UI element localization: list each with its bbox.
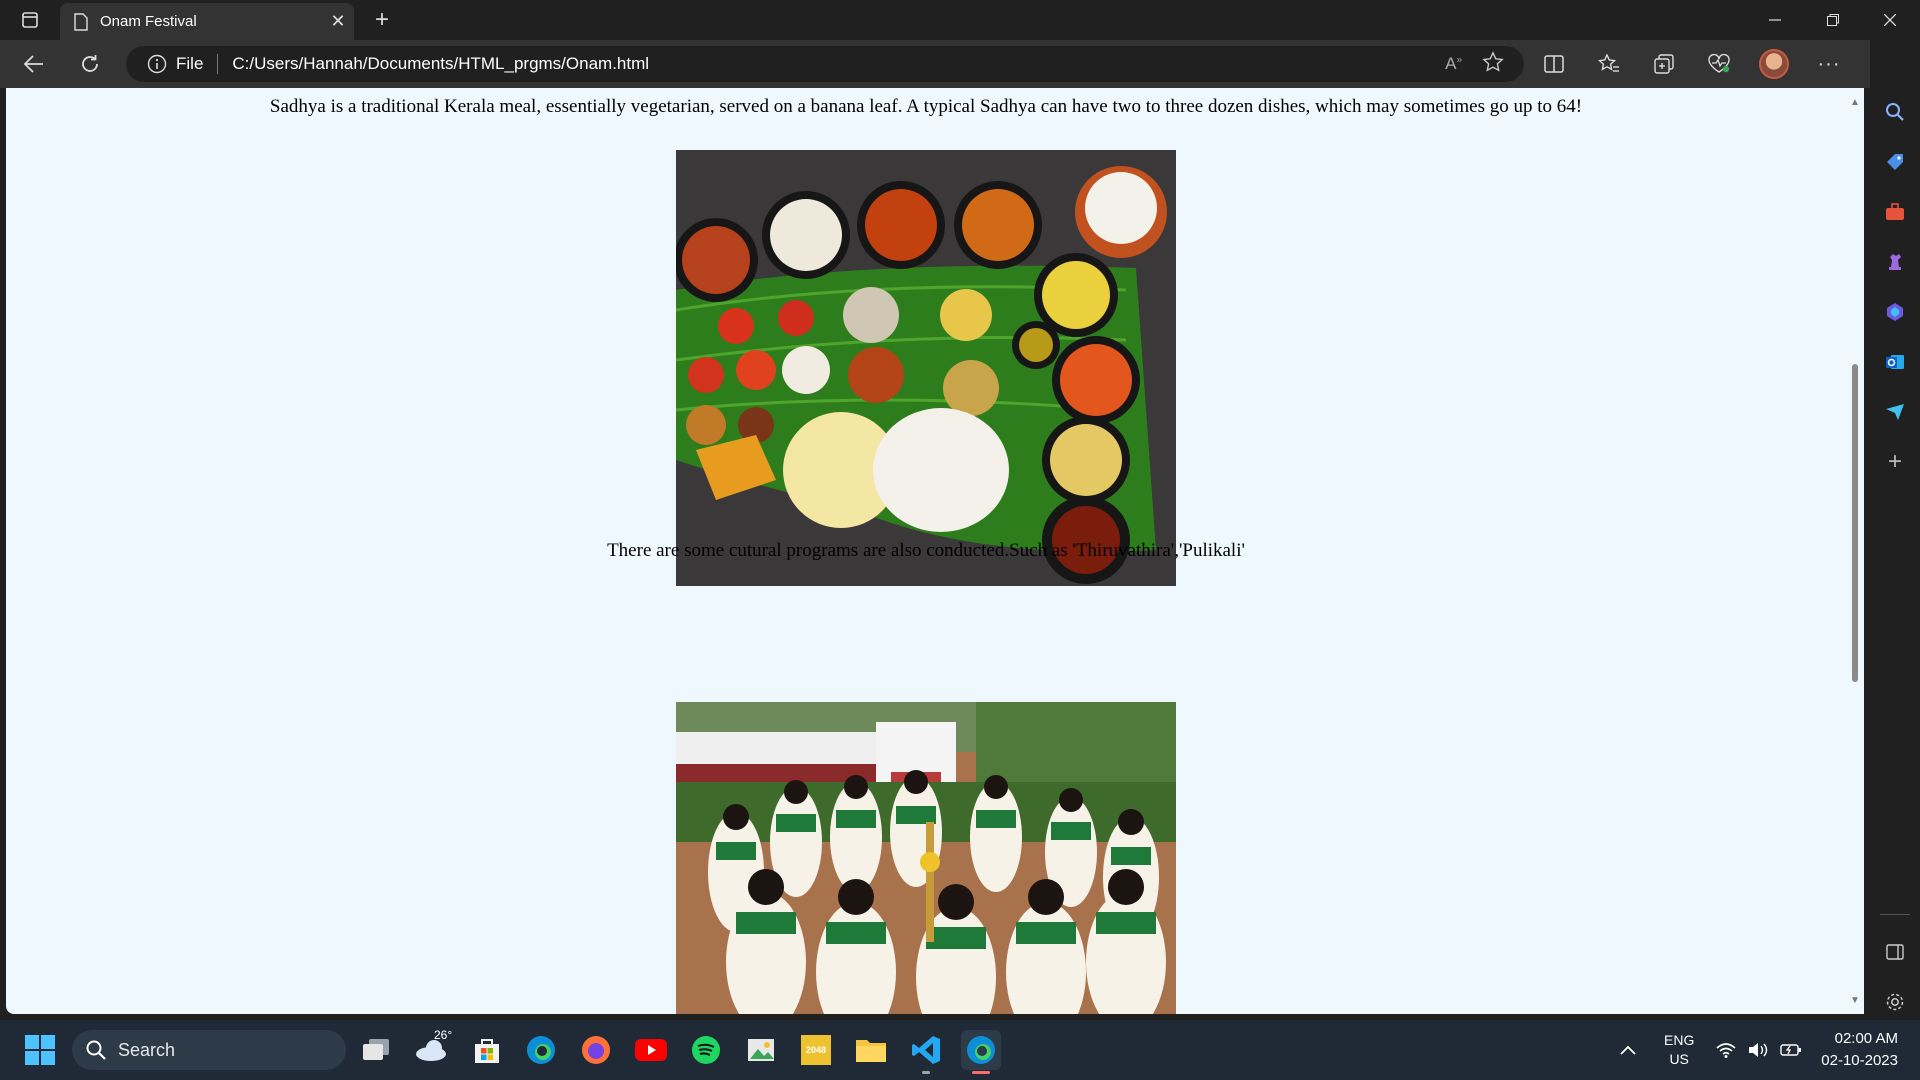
clock-date: 02-10-2023 (1821, 1052, 1898, 1069)
vscode-button[interactable] (906, 1030, 946, 1074)
clock-time: 02:00 AM (1834, 1030, 1898, 1047)
spotify-button[interactable] (686, 1030, 726, 1070)
sidebar-divider (1880, 914, 1910, 915)
browser-toolbar: File C:/Users/Hannah/Documents/HTML_prgm… (0, 40, 1870, 88)
search-icon (86, 1040, 106, 1060)
restore-button[interactable] (1805, 0, 1861, 40)
firefox-button[interactable] (576, 1030, 616, 1070)
page-icon (74, 12, 88, 31)
tab-onam-festival[interactable]: Onam Festival ✕ (60, 3, 354, 40)
spotify-icon (692, 1036, 720, 1064)
youtube-button[interactable] (631, 1030, 671, 1070)
tab-actions-button[interactable] (12, 6, 48, 34)
scheme-label: File (176, 54, 204, 73)
close-icon (1884, 14, 1896, 26)
sidebar-games-icon[interactable] (1879, 246, 1911, 278)
language-code: ENG (1664, 1032, 1695, 1048)
read-aloud-icon[interactable]: A» (1445, 54, 1462, 74)
more-options-icon[interactable]: ··· (1811, 48, 1847, 80)
sadhya-photo (676, 150, 1176, 586)
cloud-icon (416, 1040, 446, 1061)
microsoft-store-button[interactable] (467, 1030, 507, 1070)
url-text[interactable]: C:/Users/Hannah/Documents/HTML_prgms/Ona… (232, 54, 649, 74)
profile-avatar[interactable] (1756, 48, 1792, 80)
windows-taskbar: Search 26° 2048 ENG US 02:00 AM 02-10-20… (0, 1020, 1920, 1080)
battery-icon (1780, 1044, 1801, 1056)
folder-icon (856, 1040, 886, 1062)
chevron-up-icon (1620, 1045, 1636, 1055)
active-indicator (972, 1071, 990, 1074)
volume-icon (1749, 1043, 1768, 1057)
minimize-icon (1769, 19, 1781, 21)
sidebar-drop-icon[interactable] (1879, 396, 1911, 428)
restore-icon (1827, 14, 1839, 26)
language-indicator[interactable]: ENG US (1664, 1020, 1694, 1080)
sidebar-add-icon[interactable]: + (1879, 446, 1911, 478)
game-2048-icon: 2048 (801, 1035, 831, 1065)
address-divider (217, 54, 219, 74)
task-view-icon (363, 1039, 389, 1060)
taskbar-search-label: Search (118, 1039, 176, 1060)
start-button[interactable] (20, 1030, 60, 1070)
browser-essentials-icon[interactable] (1701, 48, 1737, 80)
wifi-icon (1716, 1043, 1736, 1058)
vscode-icon (912, 1036, 940, 1064)
tab-title: Onam Festival (100, 13, 197, 30)
taskbar-clock[interactable]: 02:00 AM 02-10-2023 (1808, 1028, 1898, 1072)
back-button[interactable] (16, 48, 52, 80)
show-hidden-icons-button[interactable] (1620, 1020, 1636, 1080)
edge-active-button[interactable] (961, 1030, 1001, 1074)
system-tray-status[interactable] (1716, 1020, 1802, 1080)
sidebar-search-icon[interactable] (1879, 96, 1911, 128)
sidebar-office-icon[interactable] (1879, 296, 1911, 328)
edge-taskbar-button[interactable] (521, 1030, 561, 1070)
scroll-up-arrow-icon[interactable]: ▲ (1850, 98, 1860, 108)
store-icon (475, 1039, 499, 1063)
collections-icon[interactable] (1646, 48, 1682, 80)
favorite-star-icon[interactable] (1482, 50, 1504, 78)
split-screen-icon[interactable] (1536, 48, 1572, 80)
page-viewport: Sadhya is a traditional Kerala meal, ess… (6, 88, 1852, 1014)
weather-temperature: 26° (434, 1028, 453, 1042)
taskbar-search-box[interactable]: Search (72, 1030, 346, 1070)
edge-icon (527, 1036, 555, 1064)
close-window-button[interactable] (1862, 0, 1918, 40)
task-view-button[interactable] (356, 1030, 396, 1070)
paragraph-cultural: There are some cutural programs are also… (607, 540, 1245, 561)
sidebar-settings-icon[interactable] (1879, 986, 1911, 1018)
title-bar: Onam Festival ✕ + (0, 0, 1920, 40)
address-bar[interactable]: File C:/Users/Hannah/Documents/HTML_prgm… (126, 46, 1524, 82)
refresh-icon (82, 55, 98, 72)
weather-widget[interactable]: 26° (412, 1028, 453, 1070)
sidebar-tools-icon[interactable] (1879, 196, 1911, 228)
favorites-icon[interactable] (1591, 48, 1627, 80)
edge-icon (967, 1036, 995, 1064)
game-2048-button[interactable]: 2048 (796, 1030, 836, 1070)
edge-sidebar: + (1870, 40, 1920, 1014)
running-indicator (922, 1071, 930, 1074)
new-tab-button[interactable]: + (366, 6, 398, 34)
scroll-thumb[interactable] (1852, 363, 1858, 682)
windows-logo-icon (25, 1035, 55, 1065)
youtube-icon (635, 1039, 667, 1061)
region-code: US (1669, 1051, 1689, 1067)
site-info-icon[interactable] (146, 53, 168, 75)
minimize-button[interactable] (1747, 0, 1803, 40)
page-scrollbar[interactable]: ▲ ▼ (1846, 88, 1864, 1014)
refresh-button[interactable] (72, 48, 108, 80)
tab-close-icon[interactable]: ✕ (322, 11, 354, 32)
scroll-down-arrow-icon[interactable]: ▼ (1850, 996, 1860, 1006)
thiruvathira-photo (676, 702, 1176, 1014)
image-viewer-button[interactable] (741, 1030, 781, 1070)
paragraph-sadhya: Sadhya is a traditional Kerala meal, ess… (269, 96, 1583, 117)
tab-actions-icon (22, 12, 38, 28)
sidebar-outlook-icon[interactable] (1879, 346, 1911, 378)
photos-icon (748, 1039, 774, 1061)
back-arrow-icon (24, 55, 43, 73)
file-explorer-button[interactable] (851, 1030, 891, 1070)
firefox-icon (582, 1036, 610, 1064)
sidebar-hide-icon[interactable] (1879, 936, 1911, 968)
sidebar-shopping-icon[interactable] (1879, 146, 1911, 178)
